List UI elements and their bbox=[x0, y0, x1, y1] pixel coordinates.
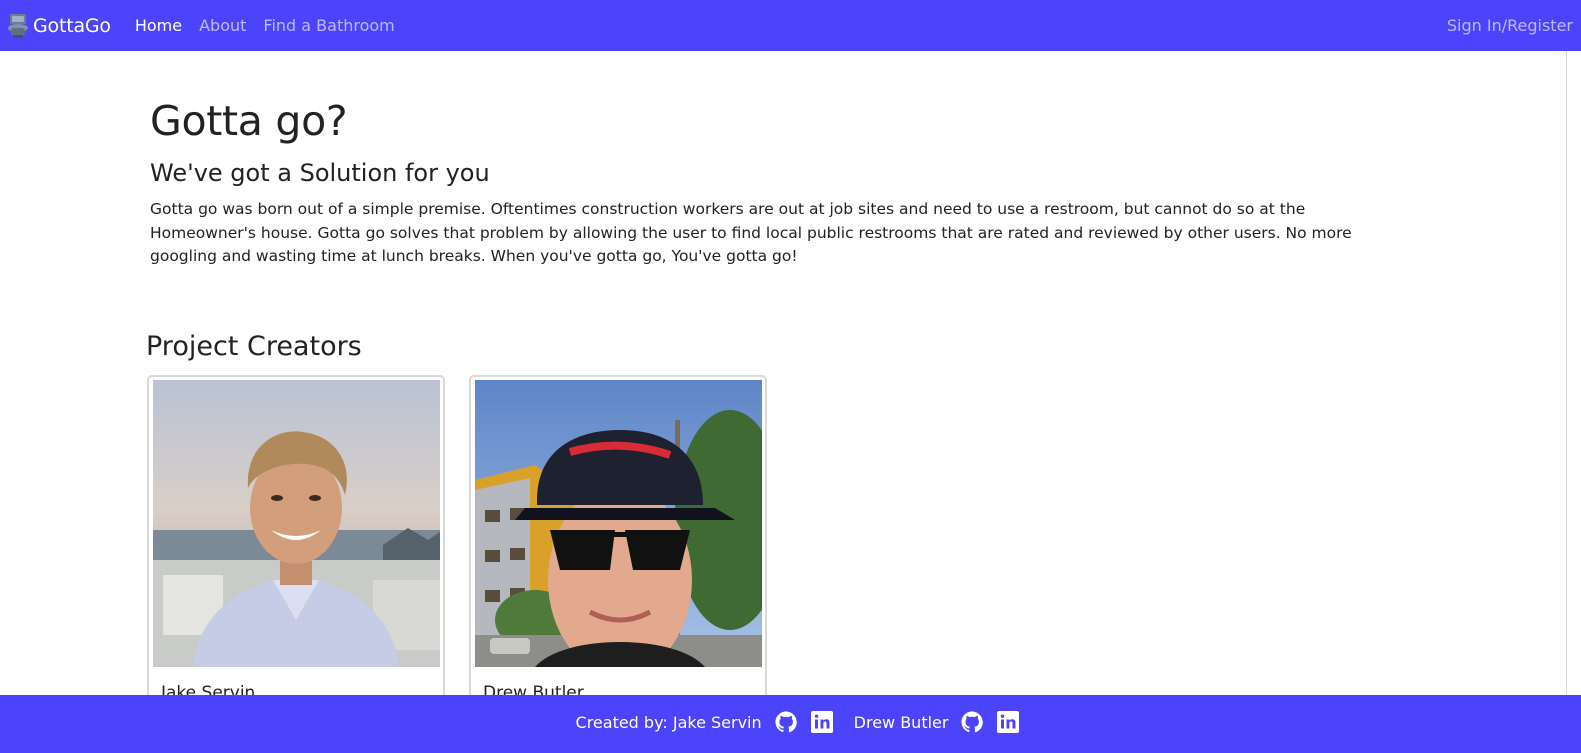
github-icon[interactable] bbox=[960, 710, 984, 734]
footer-credit-drew: Drew Butler bbox=[853, 712, 949, 732]
linkedin-icon[interactable] bbox=[996, 710, 1020, 734]
page-subtitle: We've got a Solution for you bbox=[150, 159, 490, 187]
nav-about[interactable]: About bbox=[199, 16, 246, 35]
nav-links: Home About Find a Bathroom bbox=[135, 16, 412, 35]
github-icon[interactable] bbox=[774, 710, 798, 734]
scrollbar-edge bbox=[1566, 51, 1567, 695]
creator-card: Drew Butler bbox=[469, 375, 767, 715]
creator-photo bbox=[475, 380, 762, 667]
navbar: GottaGo Home About Find a Bathroom Sign … bbox=[0, 0, 1581, 51]
linkedin-icon[interactable] bbox=[810, 710, 834, 734]
footer-credits: Created by: Jake Servin Drew Butler bbox=[576, 710, 1021, 734]
nav-find-bathroom[interactable]: Find a Bathroom bbox=[263, 16, 394, 35]
brand-name: GottaGo bbox=[33, 14, 111, 37]
page-title: Gotta go? bbox=[150, 97, 348, 145]
intro-paragraph: Gotta go was born out of a simple premis… bbox=[150, 200, 1352, 265]
creators-heading: Project Creators bbox=[146, 331, 362, 362]
nav-right: Sign In/Register bbox=[1447, 0, 1573, 51]
footer-credit-jake: Created by: Jake Servin bbox=[575, 712, 762, 732]
nav-home[interactable]: Home bbox=[135, 16, 182, 35]
creator-photo bbox=[153, 380, 440, 667]
brand-link[interactable]: GottaGo bbox=[6, 13, 111, 39]
toilet-logo-icon bbox=[6, 13, 30, 39]
footer: Created by: Jake Servin Drew Butler bbox=[0, 695, 1581, 753]
creator-card: Jake Servin bbox=[147, 375, 445, 715]
sign-in-register-link[interactable]: Sign In/Register bbox=[1447, 16, 1573, 35]
